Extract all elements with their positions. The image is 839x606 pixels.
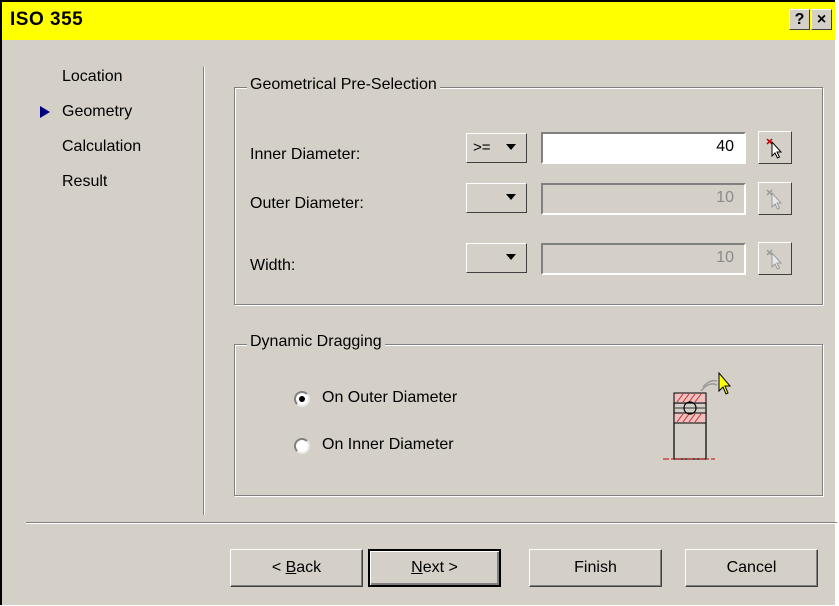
operator-value: >= [473,139,491,156]
back-button-prefix: < [271,559,286,576]
width-label: Width: [250,257,296,274]
dropdown-arrow-icon [506,144,516,150]
nav-item-label: Location [62,68,123,85]
on-outer-diameter-radio[interactable] [294,391,310,407]
outer-diameter-label: Outer Diameter: [250,195,364,212]
next-button[interactable]: Next > [368,549,501,587]
outer-diameter-pick-button[interactable] [758,182,792,215]
inner-diameter-pick-button[interactable] [758,131,792,164]
window-title: ISO 355 [10,9,84,30]
inner-diameter-input[interactable]: 40 [541,132,746,164]
outer-diameter-operator-dropdown[interactable] [466,183,527,213]
nav-item-label: Geometry [62,103,133,120]
iso355-dialog: ISO 355 ? × Location Geometry Calculatio… [0,0,837,605]
group-title: Dynamic Dragging [247,333,385,351]
dropdown-arrow-icon [506,194,516,200]
radio-selected-dot [299,396,305,402]
next-button-label: ext > [422,559,458,576]
on-inner-diameter-radio[interactable] [294,438,310,454]
nav-item-geometry[interactable]: Geometry [40,103,133,121]
group-title: Geometrical Pre-Selection [247,76,440,94]
help-button[interactable]: ? [789,9,810,30]
inner-diameter-operator-dropdown[interactable]: >= [466,133,527,163]
outer-diameter-input[interactable]: 10 [541,183,746,215]
on-outer-diameter-label[interactable]: On Outer Diameter [322,389,457,407]
geometry-preselection-group: Geometrical Pre-Selection Inner Diameter… [234,76,823,305]
title-bar[interactable]: ISO 355 ? × [2,2,835,40]
dropdown-arrow-icon [506,254,516,260]
width-operator-dropdown[interactable] [466,243,527,273]
next-button-mnemonic: N [411,559,423,576]
back-button-mnemonic: B [285,559,297,576]
pick-cursor-icon [766,249,783,270]
back-button-label: ack [296,559,322,576]
on-inner-diameter-label[interactable]: On Inner Diameter [322,436,454,454]
pick-cursor-icon [766,189,783,210]
nav-item-label: Calculation [62,138,142,155]
nav-item-result[interactable]: Result [62,173,107,191]
finish-button[interactable]: Finish [529,549,662,587]
pick-cursor-icon [766,138,783,159]
vertical-divider [203,67,205,515]
back-button[interactable]: < Back [230,549,363,587]
current-step-arrow-icon [40,106,50,118]
nav-item-label: Result [62,173,108,190]
horizontal-divider [26,522,837,524]
close-button[interactable]: × [811,9,832,30]
nav-item-calculation[interactable]: Calculation [62,138,141,156]
inner-diameter-label: Inner Diameter: [250,146,361,163]
cancel-button[interactable]: Cancel [685,549,818,587]
width-pick-button[interactable] [758,242,792,275]
nav-item-location[interactable]: Location [62,68,123,86]
width-input[interactable]: 10 [541,243,746,275]
dynamic-dragging-group: Dynamic Dragging On Outer Diameter On In… [234,333,823,496]
bearing-drag-diagram-icon [663,371,732,460]
